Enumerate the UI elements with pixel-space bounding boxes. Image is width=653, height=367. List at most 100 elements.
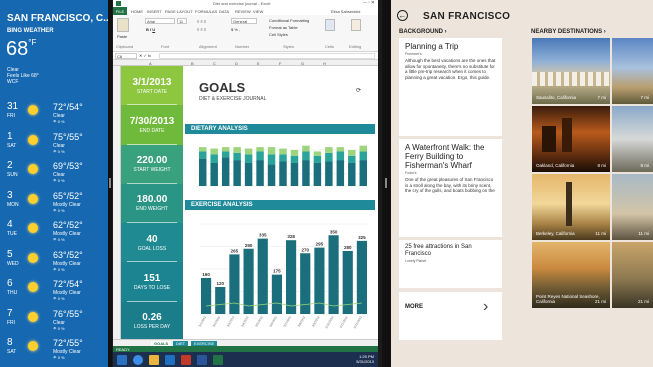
diet-bar-segment (221, 151, 230, 158)
forecast-day: MON (7, 201, 19, 208)
ribbon-tab-view[interactable]: VIEW (253, 9, 263, 14)
exercise-chart[interactable]: 160 3/1/2013 120 3/2/2013 265 3/3/2013 290 3/4/… (185, 210, 375, 338)
paste-icon[interactable] (117, 18, 129, 32)
exercise-bar (328, 235, 339, 314)
forecast-precip: ☂ 0 % (53, 178, 65, 183)
forecast-row[interactable]: 7 FRI 76°/55° Clear ☂ 0 % (0, 308, 108, 338)
dest-oakland[interactable]: Oakland, California 8 mi (532, 106, 610, 172)
start-icon[interactable] (117, 355, 127, 365)
sun-icon (28, 311, 38, 322)
bold-button[interactable]: B I U (146, 27, 155, 32)
column-header[interactable]: H (323, 61, 326, 66)
kpi-tile[interactable]: 3/1/2013 START DATE (121, 66, 183, 106)
clock[interactable]: 1:25 PM 5/31/2013 (356, 354, 374, 364)
format-as-table-button[interactable]: Format as Table (269, 25, 298, 30)
forecast-date: 6 (7, 278, 13, 289)
column-header[interactable]: E (257, 61, 260, 66)
user-name[interactable]: Elisa Sahsenkild (331, 9, 360, 14)
taskbar: 1:25 PM 5/31/2013 (113, 352, 378, 367)
window-controls[interactable]: – ▫ ✕ (363, 0, 375, 6)
more-card[interactable]: MORE › (399, 292, 502, 340)
number-format-box[interactable]: General (231, 18, 257, 24)
desktop-screen: SAN FRANCISCO, C... BING WEATHER 68°F Cl… (0, 0, 653, 367)
kpi-tile[interactable]: 0.26 LOSS PER DAY (121, 301, 183, 341)
nearby-header[interactable]: NEARBY DESTINATIONS › (531, 29, 606, 35)
sun-icon (28, 341, 38, 351)
weather-city[interactable]: SAN FRANCISCO, C... (7, 13, 108, 24)
forecast-row[interactable]: 3 MON 65°/52° Mostly Clear ☂ 0 % (0, 190, 108, 220)
diet-chart[interactable] (185, 134, 375, 194)
ribbon-tab-review[interactable]: REVIEW (235, 9, 251, 14)
dest-sausalito[interactable]: Sausalito, California 7 mi (532, 38, 610, 104)
card-free-attractions[interactable]: 25 free attractions in San Francisco Lon… (399, 240, 502, 288)
dest-point-reyes[interactable]: Point Reyes National Seashore, Californi… (532, 242, 610, 308)
forecast-row[interactable]: 8 SAT 72°/55° Mostly Clear ☂ 0 % (0, 337, 108, 367)
skyline-shape (542, 126, 556, 152)
dest-nearby-4b[interactable]: 21 mi (612, 242, 653, 308)
forecast-row[interactable]: 4 TUE 62°/52° Mostly Clear ☂ 0 % (0, 219, 108, 249)
kpi-tile[interactable]: 40 GOAL LOSS (121, 223, 183, 263)
dest-berkeley[interactable]: Berkeley, California 11 mi (532, 174, 610, 240)
kpi-tile[interactable]: 220.00 START WEIGHT (121, 144, 183, 184)
diet-bar-segment (199, 147, 207, 152)
paste-button[interactable]: Paste (117, 34, 127, 39)
align-buttons-2[interactable]: ≡ ≡ ≡ (197, 27, 206, 32)
ribbon-tab-page-layout[interactable]: PAGE LAYOUT (165, 9, 193, 14)
divider-grip-2[interactable] (385, 178, 387, 188)
font-name-box[interactable]: Arial (145, 18, 175, 24)
kpi-tile[interactable]: 7/30/2013 END DATE (121, 105, 183, 145)
dest-nearby-3b[interactable]: 11 mi (612, 174, 653, 240)
font-size-box[interactable]: 11 (177, 18, 187, 24)
name-box[interactable]: C6 (115, 53, 137, 59)
conditional-formatting-button[interactable]: Conditional Formatting (269, 18, 309, 23)
diet-band: DIETARY ANALYSIS (185, 124, 375, 134)
precip-value: 0 % (57, 237, 65, 242)
forecast-row[interactable]: 2 SUN 69°/53° Clear ☂ 0 % (0, 160, 108, 190)
precip-value: 0 % (57, 119, 65, 124)
column-header[interactable]: F (279, 61, 281, 66)
card-planning[interactable]: Planning a Trip Frommer's Although the b… (399, 38, 502, 136)
exercise-category-label: 3/8/2013 (297, 315, 306, 327)
ribbon-tab-data[interactable]: DATA (219, 9, 229, 14)
card-waterfront[interactable]: A Waterfront Walk: the Ferry Building to… (399, 139, 502, 237)
exercise-bar (286, 240, 297, 314)
background-header[interactable]: BACKGROUND › (399, 29, 447, 35)
ribbon-tab-home[interactable]: HOME (131, 9, 143, 14)
forecast-precip: ☂ 0 % (53, 119, 65, 124)
snap-divider-2[interactable] (382, 0, 391, 367)
forecast-row[interactable]: 6 THU 72°/54° Mostly Clear ☂ 0 % (0, 278, 108, 308)
ribbon-tab-formulas[interactable]: FORMULAS (195, 9, 217, 14)
editing-icon[interactable] (351, 19, 361, 31)
dest-nearby-1b[interactable]: 7 mi (612, 38, 653, 104)
outlook-icon[interactable] (165, 355, 175, 365)
kpi-value: 151 (143, 273, 161, 285)
formula-input[interactable] (159, 53, 375, 59)
explorer-icon[interactable] (149, 355, 159, 365)
column-header[interactable]: C (213, 61, 216, 66)
excel-taskbar-icon[interactable] (213, 355, 223, 365)
divider-grip[interactable] (109, 178, 111, 188)
column-header[interactable]: D (235, 61, 238, 66)
dest-nearby-2b[interactable]: 8 mi (612, 106, 653, 172)
precip-value: 0 % (57, 178, 65, 183)
number-buttons[interactable]: $ % , (231, 27, 240, 32)
forecast-row[interactable]: 5 WED 63°/52° Mostly Clear ☂ 0 % (0, 249, 108, 279)
kpi-tile[interactable]: 180.00 END WEIGHT (121, 183, 183, 224)
powerpoint-icon[interactable] (181, 355, 191, 365)
diet-chart-svg (197, 145, 369, 187)
align-buttons[interactable]: ≡ ≡ ≡ (197, 19, 206, 24)
column-header[interactable]: G (301, 61, 304, 66)
column-header[interactable]: B (191, 61, 194, 66)
snap-divider[interactable] (108, 0, 112, 367)
word-icon[interactable] (197, 355, 207, 365)
ribbon-tab-insert[interactable]: INSERT (147, 9, 162, 14)
back-arrow-icon[interactable]: ← (397, 10, 408, 21)
forecast-row[interactable]: 31 FRI 72°/54° Clear ☂ 0 % (0, 101, 108, 131)
dest-name: Berkeley, California (536, 231, 575, 236)
cells-icon[interactable] (325, 19, 335, 31)
ie-icon[interactable] (133, 355, 143, 365)
cell-styles-button[interactable]: Cell Styles (269, 32, 288, 37)
kpi-tile[interactable]: 151 DAYS TO LOSE (121, 262, 183, 302)
ribbon-tab-file[interactable]: FILE (113, 7, 127, 15)
forecast-row[interactable]: 1 SAT 75°/55° Clear ☂ 0 % (0, 131, 108, 161)
